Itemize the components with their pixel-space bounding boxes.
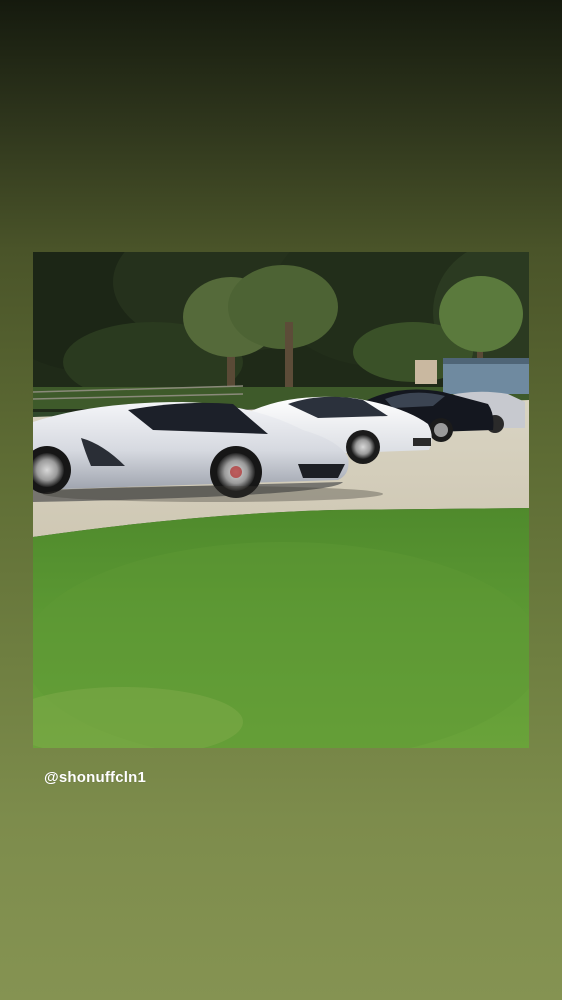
photo-cars-driveway [33, 252, 529, 748]
story-media[interactable] [33, 252, 529, 748]
story-caption-username[interactable]: @shonuffcln1 [44, 769, 146, 786]
